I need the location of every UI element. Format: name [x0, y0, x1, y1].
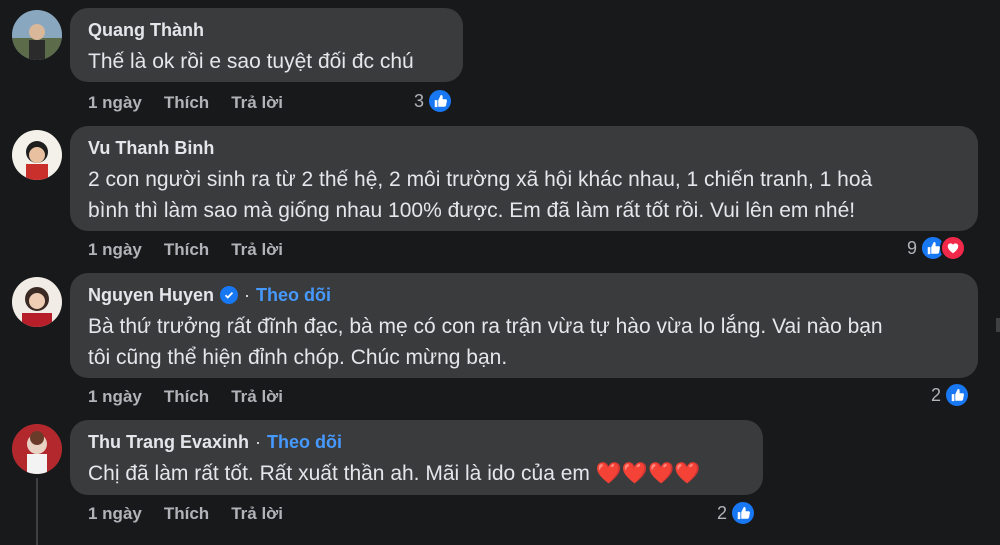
- author-name[interactable]: Quang Thành: [88, 20, 204, 41]
- comment-actions: 1 ngày Thích Trả lời: [88, 240, 305, 260]
- author-name[interactable]: Thu Trang Evaxinh: [88, 432, 249, 453]
- separator-dot: ·: [255, 431, 262, 452]
- comment-time[interactable]: 1 ngày: [88, 93, 142, 113]
- comment-actions: 1 ngày Thích Trả lời: [88, 93, 305, 113]
- comment-bubble: Vu Thanh Binh 2 con người sinh ra từ 2 t…: [70, 126, 978, 231]
- reaction-count: 2: [717, 502, 728, 523]
- comment-text: Chị đã làm rất tốt. Rất xuất thần ah. Mã…: [88, 462, 701, 485]
- avatar[interactable]: [12, 10, 62, 60]
- like-icon: [944, 382, 971, 408]
- avatar[interactable]: [12, 424, 62, 474]
- reaction-summary[interactable]: 9: [907, 235, 967, 261]
- comment-feed: Quang Thành Thế là ok rồi e sao tuyệt đố…: [0, 0, 1000, 545]
- reaction-summary[interactable]: 2: [717, 500, 757, 526]
- like-icon: [730, 500, 757, 526]
- comment-time[interactable]: 1 ngày: [88, 240, 142, 260]
- verified-badge-icon: [220, 286, 239, 304]
- love-icon: [940, 235, 967, 261]
- thread-connector: [36, 478, 38, 545]
- like-button[interactable]: Thích: [164, 504, 209, 524]
- comment-time[interactable]: 1 ngày: [88, 504, 142, 524]
- avatar[interactable]: [12, 277, 62, 327]
- comment-text: 2 con người sinh ra từ 2 thế hệ, 2 môi t…: [88, 168, 873, 222]
- comment-time[interactable]: 1 ngày: [88, 387, 142, 407]
- reply-button[interactable]: Trả lời: [231, 93, 283, 113]
- comment-bubble: Thu Trang Evaxinh · Theo dõi Chị đã làm …: [70, 420, 763, 495]
- comment-bubble: Nguyen Huyen · Theo dõi Bà thứ trưởng rấ…: [70, 273, 978, 378]
- like-button[interactable]: Thích: [164, 387, 209, 407]
- follow-button[interactable]: Theo dõi: [256, 285, 331, 306]
- reaction-count: 2: [931, 384, 942, 405]
- reply-button[interactable]: Trả lời: [231, 240, 283, 260]
- comment-actions: 1 ngày Thích Trả lời: [88, 504, 305, 524]
- reaction-count: 9: [907, 237, 918, 258]
- avatar[interactable]: [12, 130, 62, 180]
- reply-button[interactable]: Trả lời: [231, 387, 283, 407]
- reaction-summary[interactable]: 2: [931, 382, 971, 408]
- reaction-count: 3: [414, 90, 425, 111]
- scrollbar-thumb[interactable]: [996, 318, 1000, 332]
- follow-button[interactable]: Theo dõi: [267, 432, 342, 453]
- author-name[interactable]: Vu Thanh Binh: [88, 138, 214, 159]
- comment-bubble: Quang Thành Thế là ok rồi e sao tuyệt đố…: [70, 8, 463, 82]
- reaction-summary[interactable]: 3: [414, 88, 454, 114]
- author-name[interactable]: Nguyen Huyen: [88, 285, 214, 306]
- comment-text: Thế là ok rồi e sao tuyệt đối đc chú: [88, 50, 414, 73]
- comment-actions: 1 ngày Thích Trả lời: [88, 387, 305, 407]
- reply-button[interactable]: Trả lời: [231, 504, 283, 524]
- comment-text: Bà thứ trưởng rất đĩnh đạc, bà mẹ có con…: [88, 315, 883, 369]
- like-button[interactable]: Thích: [164, 93, 209, 113]
- like-button[interactable]: Thích: [164, 240, 209, 260]
- separator-dot: ·: [244, 284, 251, 305]
- like-icon: [427, 88, 454, 114]
